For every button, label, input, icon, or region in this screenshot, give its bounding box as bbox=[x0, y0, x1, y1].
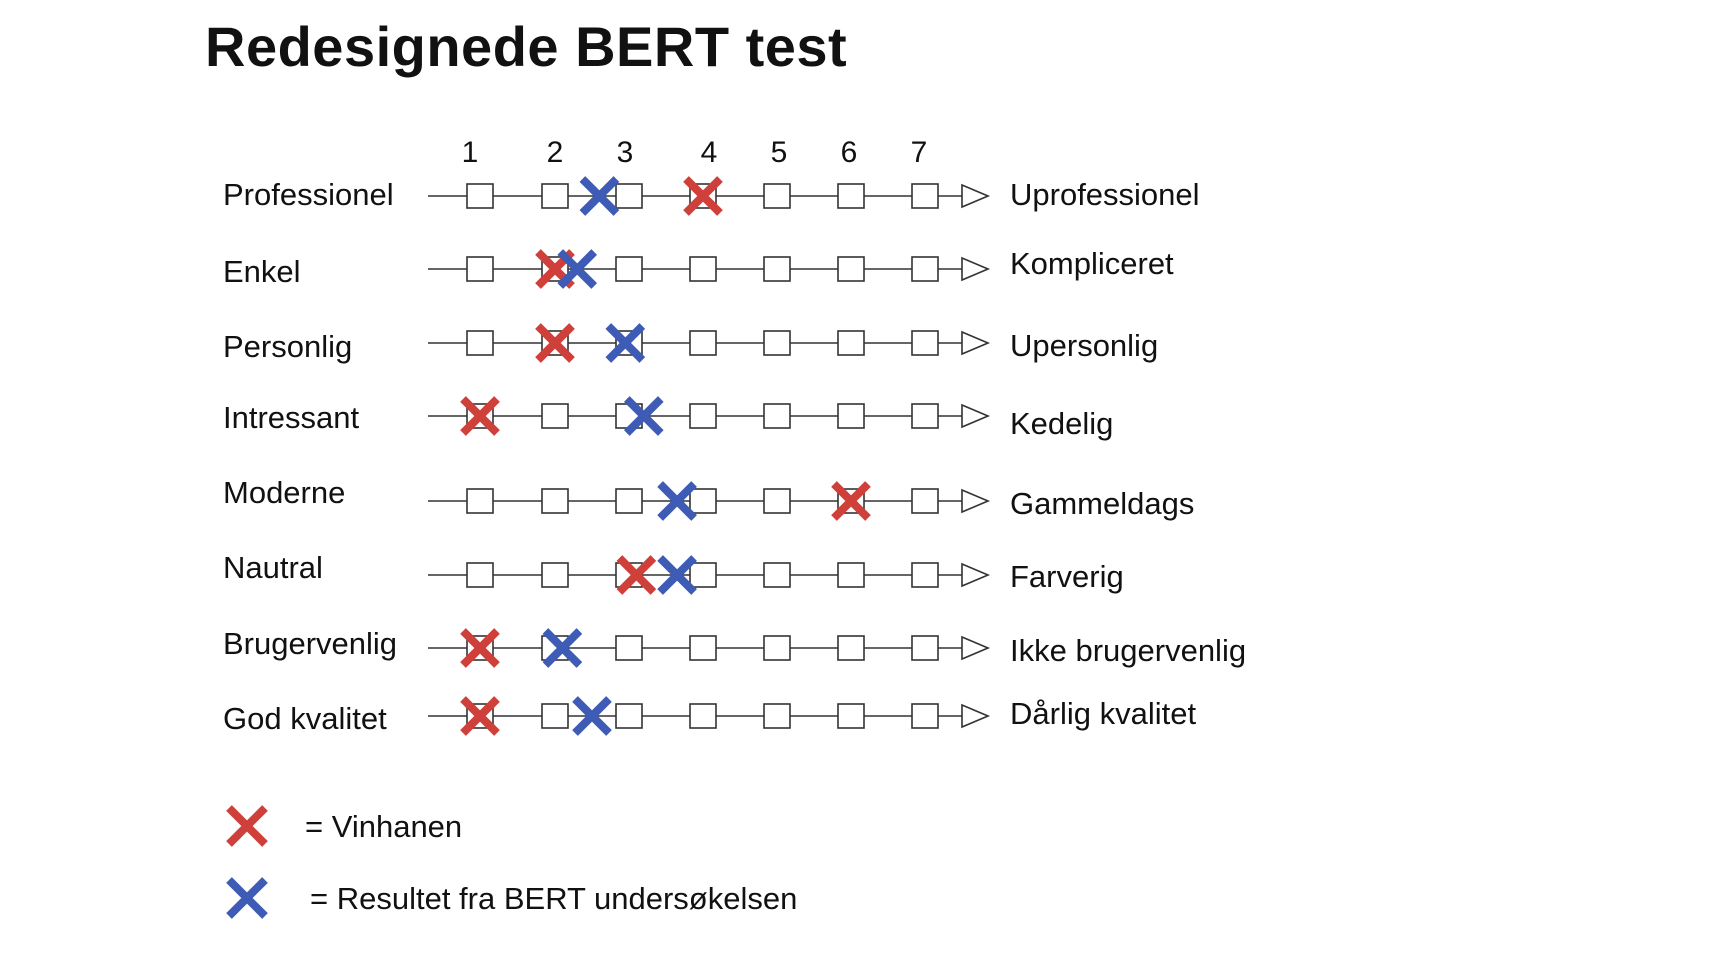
right-label: Dårlig kvalitet bbox=[1010, 696, 1196, 731]
left-label: Nautral bbox=[223, 550, 323, 585]
scale-numbers: 1 2 3 4 5 6 7 bbox=[462, 136, 928, 169]
arrow-right-icon bbox=[961, 330, 991, 356]
left-label: Brugervenlig bbox=[223, 626, 397, 661]
scale-rows: Professionel Uprofessionel Enkel Komplicere… bbox=[223, 176, 1246, 736]
bert-scale-diagram: 1 2 3 4 5 6 7 Professionel Uprofessionel Enkel Ko… bbox=[223, 136, 1246, 919]
right-label: Kompliceret bbox=[1010, 246, 1174, 281]
scale-box-4 bbox=[689, 256, 717, 282]
legend-item: = Resultet fra BERT undersøkelsen bbox=[226, 877, 797, 919]
scale-box-1 bbox=[466, 562, 494, 588]
legend: = Vinhanen = Resultet fra BERT undersøkel… bbox=[226, 805, 797, 919]
scale-box-7 bbox=[911, 562, 939, 588]
arrow-right-icon bbox=[961, 703, 991, 729]
scale-row: Nautral Farverig bbox=[223, 550, 1124, 595]
scale-row: Professionel Uprofessionel bbox=[223, 176, 1200, 216]
scale-box-6 bbox=[837, 183, 865, 209]
arrow-right-icon bbox=[961, 183, 991, 209]
left-label: Professionel bbox=[223, 177, 394, 212]
scale-box-6 bbox=[837, 330, 865, 356]
scale-number: 6 bbox=[841, 136, 858, 169]
arrow-right-icon bbox=[961, 256, 991, 282]
legend-label: = Vinhanen bbox=[305, 809, 462, 844]
scale-box-7 bbox=[911, 403, 939, 429]
scale-box-3 bbox=[615, 703, 643, 729]
scale-box-4 bbox=[689, 330, 717, 356]
scale-box-5 bbox=[763, 635, 791, 661]
scale-box-7 bbox=[911, 635, 939, 661]
scale-row: Brugervenlig Ikke brugervenlig bbox=[223, 626, 1246, 668]
arrow-right-icon bbox=[961, 488, 991, 514]
scale-box-6 bbox=[837, 703, 865, 729]
scale-box-6 bbox=[837, 562, 865, 588]
scale-number: 1 bbox=[462, 136, 479, 169]
scale-box-6 bbox=[837, 256, 865, 282]
scale-box-1 bbox=[466, 488, 494, 514]
scale-number: 4 bbox=[701, 136, 718, 169]
scale-box-2 bbox=[541, 562, 569, 588]
left-label: God kvalitet bbox=[223, 701, 387, 736]
scale-box-5 bbox=[763, 488, 791, 514]
scale-box-3 bbox=[615, 488, 643, 514]
scale-box-4 bbox=[689, 403, 717, 429]
arrow-right-icon bbox=[961, 562, 991, 588]
right-label: Uprofessionel bbox=[1010, 177, 1200, 212]
scale-box-5 bbox=[763, 330, 791, 356]
scale-box-7 bbox=[911, 330, 939, 356]
scale-box-5 bbox=[763, 183, 791, 209]
scale-box-2 bbox=[541, 488, 569, 514]
scale-box-6 bbox=[837, 403, 865, 429]
blue-x-icon bbox=[226, 877, 268, 919]
scale-box-5 bbox=[763, 256, 791, 282]
scale-number: 3 bbox=[617, 136, 634, 169]
scale-box-4 bbox=[689, 488, 717, 514]
scale-row: God kvalitet Dårlig kvalitet bbox=[223, 696, 1196, 736]
right-label: Ikke brugervenlig bbox=[1010, 633, 1246, 668]
scale-box-7 bbox=[911, 183, 939, 209]
scale-box-4 bbox=[689, 703, 717, 729]
scale-row: Personlig Upersonlig bbox=[223, 323, 1158, 364]
left-label: Intressant bbox=[223, 400, 360, 435]
scale-box-4 bbox=[689, 562, 717, 588]
scale-box-1 bbox=[466, 256, 494, 282]
scale-box-6 bbox=[837, 635, 865, 661]
scale-box-2 bbox=[541, 183, 569, 209]
scale-number: 2 bbox=[547, 136, 564, 169]
scale-box-7 bbox=[911, 256, 939, 282]
right-label: Gammeldags bbox=[1010, 486, 1194, 521]
scale-row: Intressant Kedelig bbox=[223, 396, 1113, 441]
scale-box-5 bbox=[763, 403, 791, 429]
right-label: Upersonlig bbox=[1010, 328, 1158, 363]
scale-box-3 bbox=[615, 183, 643, 209]
scale-box-2 bbox=[541, 403, 569, 429]
arrow-right-icon bbox=[961, 635, 991, 661]
scale-number: 7 bbox=[911, 136, 928, 169]
scale-row: Enkel Kompliceret bbox=[223, 246, 1174, 289]
scale-box-1 bbox=[466, 330, 494, 356]
scale-box-7 bbox=[911, 703, 939, 729]
left-label: Personlig bbox=[223, 329, 352, 364]
red-x-icon bbox=[226, 805, 268, 847]
legend-item: = Vinhanen bbox=[226, 805, 462, 847]
scale-box-3 bbox=[615, 256, 643, 282]
right-label: Kedelig bbox=[1010, 406, 1113, 441]
scale-box-2 bbox=[541, 703, 569, 729]
scale-box-1 bbox=[466, 183, 494, 209]
scale-row: Moderne Gammeldags bbox=[223, 475, 1194, 521]
right-label: Farverig bbox=[1010, 559, 1124, 594]
scale-box-5 bbox=[763, 703, 791, 729]
left-label: Moderne bbox=[223, 475, 345, 510]
left-label: Enkel bbox=[223, 254, 301, 289]
scale-box-3 bbox=[615, 635, 643, 661]
scale-box-5 bbox=[763, 562, 791, 588]
legend-label: = Resultet fra BERT undersøkelsen bbox=[310, 881, 797, 916]
scale-box-7 bbox=[911, 488, 939, 514]
arrow-right-icon bbox=[961, 403, 991, 429]
scale-box-4 bbox=[689, 635, 717, 661]
scale-number: 5 bbox=[771, 136, 788, 169]
